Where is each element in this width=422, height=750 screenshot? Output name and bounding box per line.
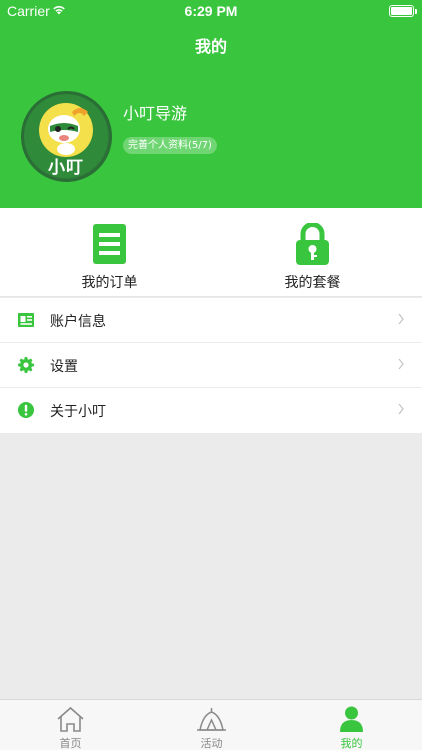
quick-actions: 我的订单 我的套餐 xyxy=(0,208,422,297)
menu-item-about[interactable]: 关于小叮 xyxy=(0,388,422,433)
profile-header: Carrier 6:29 PM 我的 小叮 小叮导游 完善个人资料(5/7) xyxy=(0,0,422,208)
chevron-right-icon xyxy=(398,313,404,325)
my-orders-label: 我的订单 xyxy=(81,275,138,291)
page-title: 我的 xyxy=(194,37,227,56)
battery-icon xyxy=(389,5,417,17)
id-card-icon xyxy=(18,313,34,327)
tab-label-home: 首页 xyxy=(59,737,82,750)
user-icon xyxy=(340,706,363,732)
tent-icon xyxy=(197,708,226,731)
menu-label-settings: 设置 xyxy=(50,359,78,375)
menu-label-account-info: 账户信息 xyxy=(50,314,106,330)
tab-label-mine: 我的 xyxy=(340,737,363,750)
status-bar: Carrier 6:29 PM xyxy=(0,0,422,22)
my-packages-label: 我的套餐 xyxy=(284,275,341,291)
order-list-icon xyxy=(93,224,126,264)
home-icon xyxy=(57,706,84,732)
settings-menu: 账户信息 设置 关于小叮 xyxy=(0,298,422,433)
user-name: 小叮导游 xyxy=(123,104,188,123)
tab-label-activities: 活动 xyxy=(200,737,223,750)
gear-icon xyxy=(18,357,34,373)
info-alert-icon xyxy=(18,402,34,418)
chevron-right-icon xyxy=(398,403,404,415)
tab-home[interactable]: 首页 xyxy=(0,700,141,750)
chevron-right-icon xyxy=(398,358,404,370)
tab-bar: 首页 活动 我的 xyxy=(0,699,422,750)
menu-item-settings[interactable]: 设置 xyxy=(0,343,422,388)
avatar[interactable]: 小叮 xyxy=(21,91,112,182)
menu-label-about: 关于小叮 xyxy=(50,404,106,420)
lock-icon xyxy=(296,223,329,265)
complete-profile-badge[interactable]: 完善个人资料(5/7) xyxy=(123,137,217,154)
my-packages-button[interactable]: 我的套餐 xyxy=(207,208,418,297)
my-orders-button[interactable]: 我的订单 xyxy=(4,208,215,297)
clock: 6:29 PM xyxy=(184,3,238,19)
menu-item-account-info[interactable]: 账户信息 xyxy=(0,298,422,343)
mascot-logo-icon: 小叮 xyxy=(24,94,108,178)
svg-text:小叮: 小叮 xyxy=(48,158,84,178)
tab-activities[interactable]: 活动 xyxy=(141,700,282,750)
tab-mine[interactable]: 我的 xyxy=(281,700,422,750)
